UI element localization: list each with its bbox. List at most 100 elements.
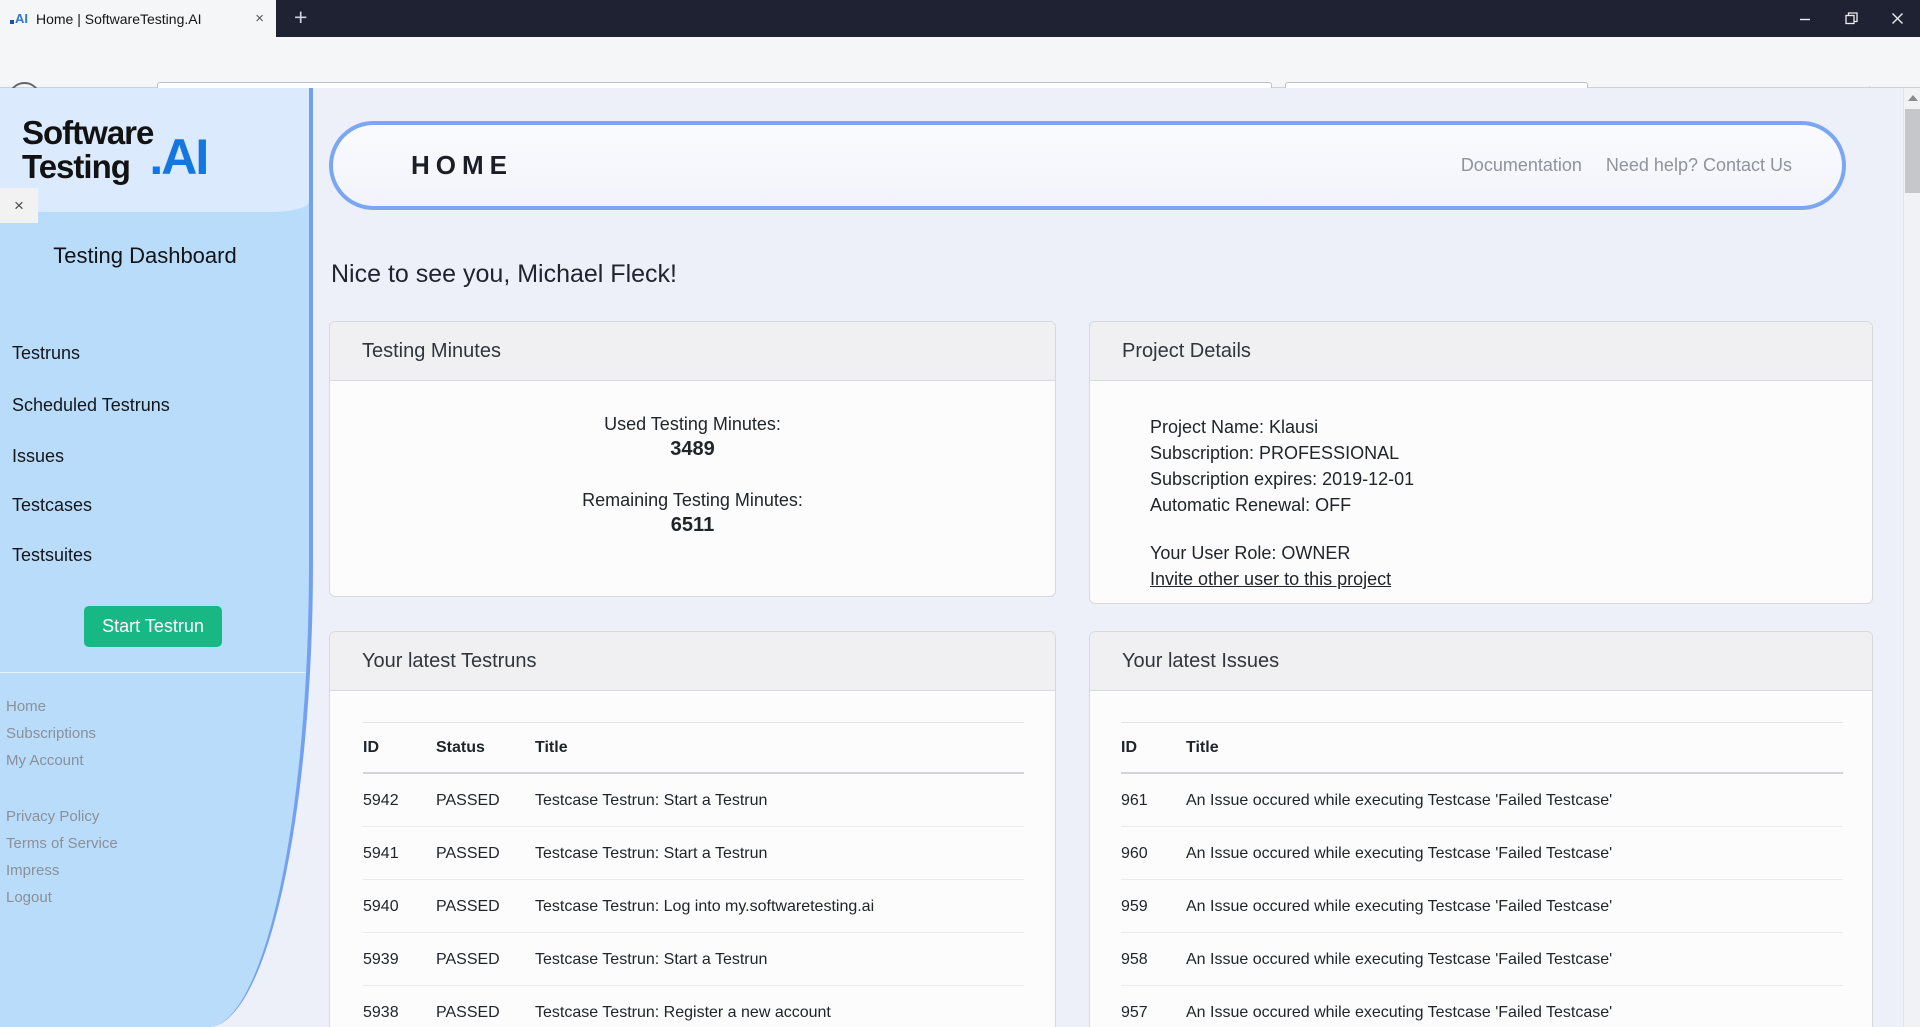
table-cell: PASSED (436, 879, 535, 933)
sidebar-link-terms-of-service[interactable]: Terms of Service (6, 835, 118, 852)
sidebar-item-testruns[interactable]: Testruns (12, 343, 80, 364)
start-testrun-button[interactable]: Start Testrun (84, 606, 222, 647)
sidebar-close-button[interactable]: × (0, 188, 38, 223)
table-row[interactable]: 5940 PASSED Testcase Testrun: Log into my.… (363, 879, 1024, 933)
column-header-id: ID (1121, 722, 1186, 774)
table-row[interactable]: 961 An Issue occured while executing Test… (1121, 773, 1843, 827)
testruns-table-body: 5942 PASSED Testcase Testrun: Start a Test… (363, 773, 1024, 1027)
browser-toolbar: ← → ↻ ⌂ i https://dashboard-staging.soft… (0, 37, 1920, 117)
table-cell: 960 (1121, 826, 1186, 880)
logo-ai-suffix: .AI (149, 129, 209, 185)
table-cell: An Issue occured while executing Testcas… (1186, 773, 1843, 827)
logo[interactable]: Software Testing .AI (0, 88, 309, 212)
table-cell: An Issue occured while executing Testcas… (1186, 826, 1843, 880)
user-role-line: Your User Role: OWNER (1150, 543, 1351, 563)
sidebar-link-my-account[interactable]: My Account (6, 752, 84, 769)
close-icon (1891, 13, 1903, 24)
documentation-link[interactable]: Documentation (1461, 155, 1582, 176)
remaining-minutes-label: Remaining Testing Minutes: (582, 490, 803, 510)
contact-us-link[interactable]: Need help? Contact Us (1606, 155, 1792, 176)
table-row[interactable]: 959 An Issue occured while executing Test… (1121, 879, 1843, 933)
table-cell: PASSED (436, 826, 535, 880)
latest-issues-card: Your latest Issues ID Title 961 An Issue o… (1089, 631, 1873, 1027)
table-row[interactable]: 957 An Issue occured while executing Test… (1121, 985, 1843, 1027)
table-cell: PASSED (436, 773, 535, 827)
project-details-header: Project Details (1090, 322, 1872, 381)
table-cell: PASSED (436, 932, 535, 986)
table-cell: 5938 (363, 985, 436, 1027)
subscription-line: Subscription: PROFESSIONAL (1150, 443, 1400, 463)
page-header-pill: HOME Documentation Need help? Contact Us (329, 121, 1846, 210)
sidebar-item-testsuites[interactable]: Testsuites (12, 545, 92, 566)
table-row[interactable]: 5938 PASSED Testcase Testrun: Register a n… (363, 985, 1024, 1027)
table-cell: 957 (1121, 985, 1186, 1027)
page-title: HOME (411, 150, 513, 180)
table-cell: Testcase Testrun: Start a Testrun (535, 826, 1024, 880)
page-scrollbar[interactable] (1903, 88, 1920, 1027)
new-tab-button[interactable]: + (286, 0, 315, 37)
table-cell: 5941 (363, 826, 436, 880)
automatic-renewal-line: Automatic Renewal: OFF (1150, 495, 1352, 515)
column-header-status: Status (436, 722, 535, 774)
tab-title: Home | SoftwareTesting.AI (36, 10, 202, 27)
tab-close-icon[interactable]: × (253, 10, 266, 27)
sidebar-link-privacy-policy[interactable]: Privacy Policy (6, 808, 99, 825)
table-cell: 5940 (363, 879, 436, 933)
window-minimize-button[interactable] (1782, 0, 1828, 37)
remaining-minutes-value: 6511 (670, 514, 715, 536)
scrollbar-thumb[interactable] (1905, 109, 1920, 193)
sidebar-item-testcases[interactable]: Testcases (12, 495, 92, 516)
table-cell: An Issue occured while executing Testcas… (1186, 932, 1843, 986)
project-name-line: Project Name: Klausi (1150, 417, 1319, 437)
table-row[interactable]: 958 An Issue occured while executing Test… (1121, 932, 1843, 986)
sidebar-title: Testing Dashboard (53, 243, 237, 268)
table-row[interactable]: 5939 PASSED Testcase Testrun: Start a Test… (363, 932, 1024, 986)
scrollbar-up-icon[interactable] (1908, 95, 1918, 101)
table-cell: 5942 (363, 773, 436, 827)
table-row[interactable]: 960 An Issue occured while executing Test… (1121, 826, 1843, 880)
column-header-title: Title (1186, 722, 1843, 774)
table-cell: PASSED (436, 985, 535, 1027)
table-cell: 959 (1121, 879, 1186, 933)
issues-table: ID Title 961 An Issue occured while execut… (1121, 722, 1843, 1027)
used-minutes-value: 3489 (670, 438, 715, 460)
sidebar-link-home[interactable]: Home (6, 698, 46, 715)
greeting-text: Nice to see you, Michael Fleck! (331, 260, 677, 288)
table-cell: 961 (1121, 773, 1186, 827)
table-cell: An Issue occured while executing Testcas… (1186, 879, 1843, 933)
table-cell: An Issue occured while executing Testcas… (1186, 985, 1843, 1027)
testing-minutes-card: Testing Minutes Used Testing Minutes: 34… (329, 321, 1056, 597)
sidebar: Software Testing .AI × Testing Dashboard… (0, 88, 313, 1027)
invite-user-link[interactable]: Invite other user to this project (1150, 566, 1391, 592)
subscription-expires-line: Subscription expires: 2019-12-01 (1150, 469, 1415, 489)
latest-testruns-header: Your latest Testruns (330, 632, 1055, 691)
used-minutes-label: Used Testing Minutes: (604, 414, 781, 434)
testruns-table: ID Status Title 5942 PASSED Testcase Testrun… (363, 722, 1024, 1027)
table-row[interactable]: 5942 PASSED Testcase Testrun: Start a Test… (363, 773, 1024, 827)
window-restore-button[interactable] (1828, 0, 1874, 37)
page-content: Software Testing .AI × Testing Dashboard… (0, 88, 1920, 1027)
table-cell: 958 (1121, 932, 1186, 986)
column-header-id: ID (363, 722, 436, 774)
sidebar-item-scheduled-testruns[interactable]: Scheduled Testruns (12, 395, 170, 416)
sidebar-link-impress[interactable]: Impress (6, 862, 59, 879)
sidebar-item-issues[interactable]: Issues (12, 446, 64, 467)
browser-tab-active[interactable]: AI Home | SoftwareTesting.AI × (0, 0, 276, 37)
browser-titlebar: AI Home | SoftwareTesting.AI × + (0, 0, 1920, 37)
project-details-card: Project Details Project Name: Klausi Sub… (1089, 321, 1873, 604)
latest-issues-header: Your latest Issues (1090, 632, 1872, 691)
minimize-icon (1800, 18, 1810, 20)
site-favicon-icon: AI (10, 11, 28, 26)
column-header-title: Title (535, 722, 1024, 774)
table-cell: Testcase Testrun: Start a Testrun (535, 932, 1024, 986)
table-cell: Testcase Testrun: Log into my.softwarete… (535, 879, 1024, 933)
sidebar-link-subscriptions[interactable]: Subscriptions (6, 725, 96, 742)
window-close-button[interactable] (1874, 0, 1920, 37)
sidebar-divider (0, 672, 306, 673)
sidebar-link-logout[interactable]: Logout (6, 889, 52, 906)
table-row[interactable]: 5941 PASSED Testcase Testrun: Start a Test… (363, 826, 1024, 880)
table-cell: 5939 (363, 932, 436, 986)
logo-text: Software Testing (22, 114, 154, 185)
restore-icon (1844, 12, 1858, 25)
testing-minutes-header: Testing Minutes (330, 322, 1055, 381)
